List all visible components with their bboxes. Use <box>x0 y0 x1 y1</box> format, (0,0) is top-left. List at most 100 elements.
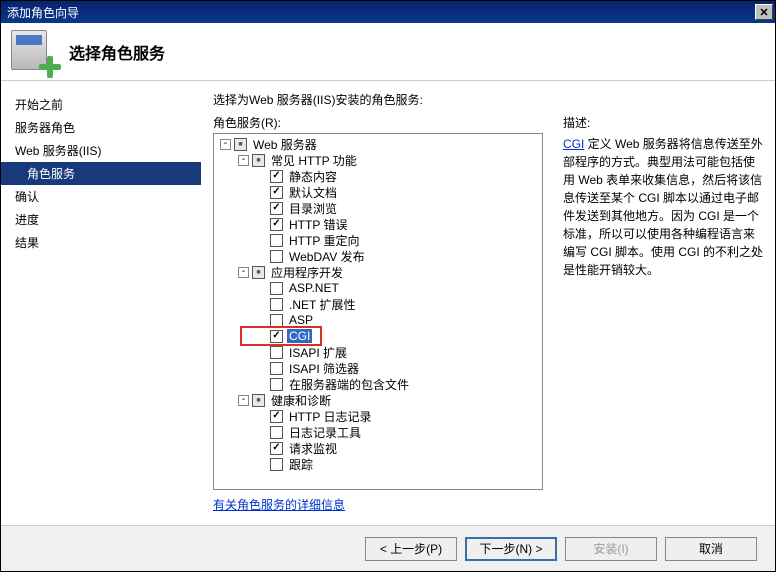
tree-label: 角色服务(R): <box>213 114 543 131</box>
tree-node-label[interactable]: ASP <box>287 313 315 327</box>
tree-node-label[interactable]: 健康和诊断 <box>269 392 333 409</box>
tree-node[interactable]: ISAPI 扩展 <box>216 344 540 360</box>
tree-node-label[interactable]: ISAPI 筛选器 <box>287 360 361 377</box>
more-info-link[interactable]: 有关角色服务的详细信息 <box>213 498 345 512</box>
tree-checkbox[interactable] <box>270 458 283 471</box>
tree-checkbox[interactable] <box>270 234 283 247</box>
tree-checkbox[interactable] <box>270 282 283 295</box>
tree-checkbox[interactable] <box>270 346 283 359</box>
wizard-header: 选择角色服务 <box>1 23 775 81</box>
tree-node[interactable]: - Web 服务器 <box>216 136 540 152</box>
tree-node-label[interactable]: WebDAV 发布 <box>287 248 367 265</box>
window-title: 添加角色向导 <box>7 4 755 21</box>
next-button[interactable]: 下一步(N) > <box>465 537 557 561</box>
titlebar: 添加角色向导 ✕ <box>1 1 775 23</box>
tree-node-label[interactable]: ISAPI 扩展 <box>287 344 349 361</box>
collapse-icon[interactable]: - <box>238 395 249 406</box>
tree-checkbox[interactable] <box>270 410 283 423</box>
tree-node[interactable]: 目录浏览 <box>216 200 540 216</box>
tree-node-label[interactable]: .NET 扩展性 <box>287 296 357 313</box>
tree-node-label[interactable]: 默认文档 <box>287 184 339 201</box>
tree-node[interactable]: 跟踪 <box>216 456 540 472</box>
collapse-icon[interactable]: - <box>238 267 249 278</box>
wizard-body: 开始之前服务器角色Web 服务器(IIS)角色服务确认进度结果 选择为Web 服… <box>1 81 775 525</box>
sidebar-step[interactable]: 角色服务 <box>1 162 201 185</box>
tree-checkbox[interactable] <box>270 250 283 263</box>
collapse-icon[interactable]: - <box>238 155 249 166</box>
sidebar-step[interactable]: 服务器角色 <box>1 116 201 139</box>
tree-checkbox[interactable] <box>270 426 283 439</box>
tree-node[interactable]: HTTP 错误 <box>216 216 540 232</box>
wizard-footer: < 上一步(P) 下一步(N) > 安装(I) 取消 <box>1 525 775 571</box>
tree-node-label[interactable]: 日志记录工具 <box>287 424 363 441</box>
tree-node-label[interactable]: 在服务器端的包含文件 <box>287 376 411 393</box>
tree-checkbox[interactable] <box>270 330 283 343</box>
tree-node[interactable]: 静态内容 <box>216 168 540 184</box>
sidebar-step[interactable]: 进度 <box>1 208 201 231</box>
description-column: 描述: CGI 定义 Web 服务器将信息传送至外部程序的方式。典型用法可能包括… <box>563 114 763 519</box>
tree-node[interactable]: 日志记录工具 <box>216 424 540 440</box>
tree-checkbox[interactable] <box>252 266 265 279</box>
tree-node-label[interactable]: HTTP 重定向 <box>287 232 361 249</box>
description-link[interactable]: CGI <box>563 137 584 151</box>
tree-node[interactable]: HTTP 重定向 <box>216 232 540 248</box>
more-info-row: 有关角色服务的详细信息 <box>213 490 543 519</box>
steps-sidebar: 开始之前服务器角色Web 服务器(IIS)角色服务确认进度结果 <box>1 81 201 525</box>
tree-node-label[interactable]: 跟踪 <box>287 456 315 473</box>
tree-node[interactable]: .NET 扩展性 <box>216 296 540 312</box>
tree-column: 角色服务(R): -Web 服务器-常见 HTTP 功能静态内容默认文档目录浏览… <box>213 114 543 519</box>
tree-node-label[interactable]: HTTP 错误 <box>287 216 349 233</box>
tree-node[interactable]: HTTP 日志记录 <box>216 408 540 424</box>
sidebar-step[interactable]: 确认 <box>1 185 201 208</box>
tree-node-label[interactable]: 应用程序开发 <box>269 264 345 281</box>
tree-checkbox[interactable] <box>270 314 283 327</box>
tree-node[interactable]: ASP <box>216 312 540 328</box>
server-role-icon <box>11 28 59 76</box>
tree-checkbox[interactable] <box>252 394 265 407</box>
tree-node-label[interactable]: 常见 HTTP 功能 <box>269 152 359 169</box>
tree-node-label[interactable]: CGI <box>287 329 312 343</box>
sidebar-step[interactable]: 结果 <box>1 231 201 254</box>
install-button[interactable]: 安装(I) <box>565 537 657 561</box>
tree-node-label[interactable]: ASP.NET <box>287 281 341 295</box>
content-columns: 角色服务(R): -Web 服务器-常见 HTTP 功能静态内容默认文档目录浏览… <box>213 114 763 519</box>
tree-node-label[interactable]: HTTP 日志记录 <box>287 408 373 425</box>
role-services-tree[interactable]: -Web 服务器-常见 HTTP 功能静态内容默认文档目录浏览HTTP 错误HT… <box>213 133 543 490</box>
tree-checkbox[interactable] <box>270 186 283 199</box>
sidebar-step[interactable]: 开始之前 <box>1 93 201 116</box>
tree-checkbox[interactable] <box>270 378 283 391</box>
tree-node[interactable]: ASP.NET <box>216 280 540 296</box>
tree-node[interactable]: ISAPI 筛选器 <box>216 360 540 376</box>
tree-node-label[interactable]: 静态内容 <box>287 168 339 185</box>
main-pane: 选择为Web 服务器(IIS)安装的角色服务: 角色服务(R): -Web 服务… <box>201 81 775 525</box>
description-text: 定义 Web 服务器将信息传送至外部程序的方式。典型用法可能包括使用 Web 表… <box>563 137 763 277</box>
tree-node[interactable]: WebDAV 发布 <box>216 248 540 264</box>
tree-node[interactable]: CGI <box>216 328 540 344</box>
prev-button[interactable]: < 上一步(P) <box>365 537 457 561</box>
tree-checkbox[interactable] <box>270 298 283 311</box>
tree-node[interactable]: 默认文档 <box>216 184 540 200</box>
tree-node-label[interactable]: 请求监视 <box>287 440 339 457</box>
collapse-icon[interactable]: - <box>220 139 231 150</box>
tree-checkbox[interactable] <box>270 442 283 455</box>
tree-node[interactable]: 请求监视 <box>216 440 540 456</box>
page-title: 选择角色服务 <box>69 40 165 64</box>
tree-node[interactable]: - 应用程序开发 <box>216 264 540 280</box>
tree-node[interactable]: - 健康和诊断 <box>216 392 540 408</box>
tree-node-label[interactable]: 目录浏览 <box>287 200 339 217</box>
tree-checkbox[interactable] <box>270 170 283 183</box>
tree-checkbox[interactable] <box>252 154 265 167</box>
tree-checkbox[interactable] <box>270 202 283 215</box>
instruction-text: 选择为Web 服务器(IIS)安装的角色服务: <box>213 91 763 108</box>
sidebar-step[interactable]: Web 服务器(IIS) <box>1 139 201 162</box>
tree-node[interactable]: - 常见 HTTP 功能 <box>216 152 540 168</box>
tree-checkbox[interactable] <box>270 362 283 375</box>
wizard-window: 添加角色向导 ✕ 选择角色服务 开始之前服务器角色Web 服务器(IIS)角色服… <box>0 0 776 572</box>
tree-checkbox[interactable] <box>270 218 283 231</box>
cancel-button[interactable]: 取消 <box>665 537 757 561</box>
description-body: CGI 定义 Web 服务器将信息传送至外部程序的方式。典型用法可能包括使用 W… <box>563 135 763 279</box>
tree-checkbox[interactable] <box>234 138 247 151</box>
tree-node-label[interactable]: Web 服务器 <box>251 136 319 153</box>
tree-node[interactable]: 在服务器端的包含文件 <box>216 376 540 392</box>
close-button[interactable]: ✕ <box>755 4 773 20</box>
